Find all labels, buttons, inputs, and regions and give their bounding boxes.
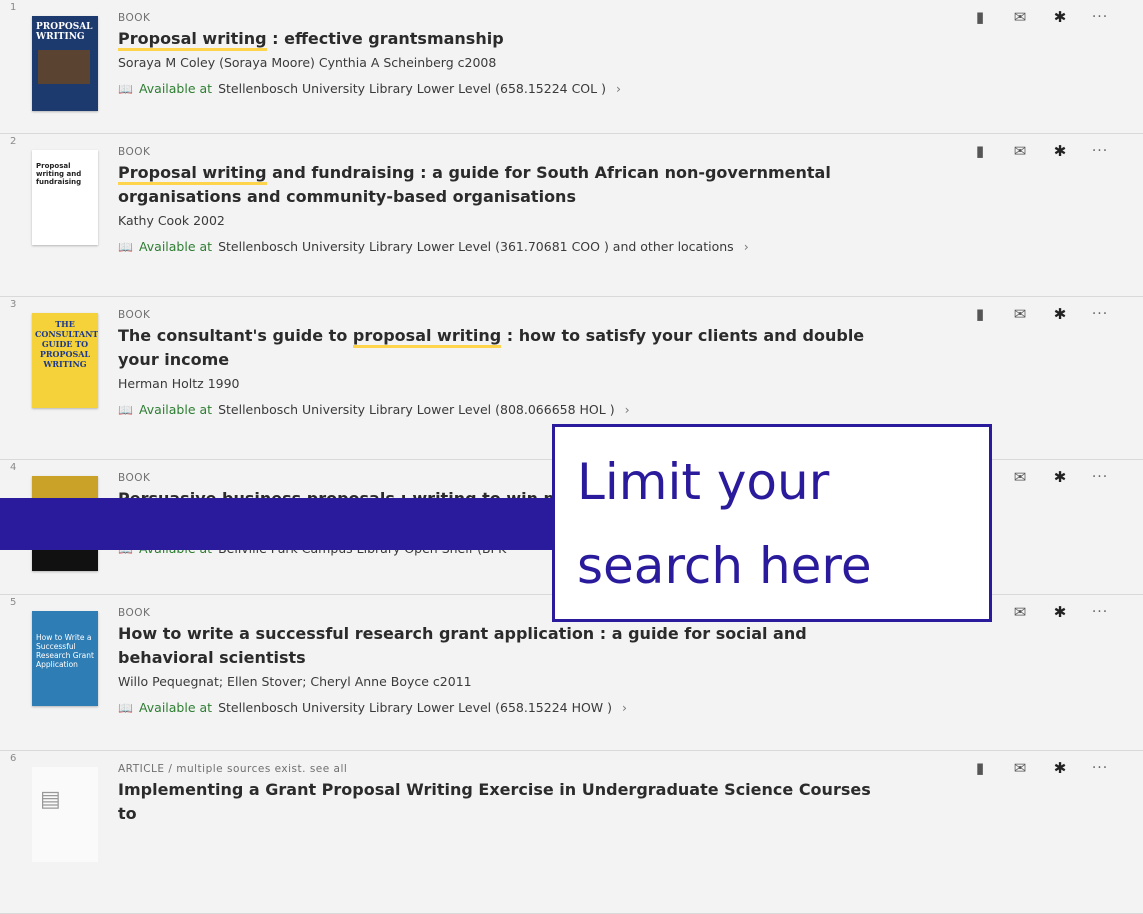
availability-link[interactable]: 📖 Available at Stellenbosch University L… bbox=[118, 239, 878, 254]
mail-icon[interactable]: ✉ bbox=[1009, 142, 1031, 160]
chevron-right-icon: › bbox=[615, 81, 621, 96]
printer-icon[interactable]: ▮ bbox=[969, 142, 991, 160]
result-index: 1 bbox=[10, 2, 17, 13]
pin-icon[interactable]: ✱ bbox=[1049, 305, 1071, 323]
more-icon[interactable]: ··· bbox=[1089, 469, 1111, 485]
mail-icon[interactable]: ✉ bbox=[1009, 759, 1031, 777]
cover-title: PROPOSAL WRITING bbox=[36, 22, 93, 42]
mail-icon[interactable]: ✉ bbox=[1009, 468, 1031, 486]
result-index: 4 bbox=[10, 462, 17, 473]
result-index: 3 bbox=[10, 299, 17, 310]
printer-icon[interactable]: ▮ bbox=[969, 305, 991, 323]
mail-icon[interactable]: ✉ bbox=[1009, 305, 1031, 323]
chevron-right-icon: › bbox=[743, 239, 749, 254]
pin-icon[interactable]: ✱ bbox=[1049, 8, 1071, 26]
result-actions: ▮ ✉ ✱ ··· bbox=[969, 759, 1111, 777]
overlay-pointer-bar bbox=[0, 498, 562, 550]
article-thumbnail[interactable]: ▤ bbox=[32, 767, 98, 862]
result-authors: Herman Holtz 1990 bbox=[118, 376, 240, 391]
mail-icon[interactable]: ✉ bbox=[1009, 8, 1031, 26]
callout-box: Limit your search here bbox=[552, 424, 992, 622]
result-item[interactable]: 1 PROPOSAL WRITING BOOK Proposal writing… bbox=[0, 0, 1143, 134]
more-icon[interactable]: ··· bbox=[1089, 604, 1111, 620]
result-title-link[interactable]: Proposal writing : effective grantsmansh… bbox=[118, 27, 878, 51]
result-authors: Soraya M Coley (Soraya Moore) Cynthia A … bbox=[118, 55, 497, 70]
more-icon[interactable]: ··· bbox=[1089, 760, 1111, 776]
result-actions: ▮ ✉ ✱ ··· bbox=[969, 305, 1111, 323]
availability-link[interactable]: 📖 Available at Stellenbosch University L… bbox=[118, 402, 878, 417]
result-index: 6 bbox=[10, 753, 17, 764]
mail-icon[interactable]: ✉ bbox=[1009, 603, 1031, 621]
chevron-right-icon: › bbox=[622, 700, 628, 715]
callout-line-1: Limit your bbox=[577, 453, 830, 511]
pin-icon[interactable]: ✱ bbox=[1049, 142, 1071, 160]
pin-icon[interactable]: ✱ bbox=[1049, 603, 1071, 621]
cover-title: Proposal writing and fundraising bbox=[36, 162, 82, 186]
result-title-link[interactable]: The consultant's guide to proposal writi… bbox=[118, 324, 878, 372]
chevron-right-icon: › bbox=[624, 402, 630, 417]
book-open-icon: 📖 bbox=[118, 239, 133, 254]
result-authors: Kathy Cook 2002 bbox=[118, 213, 225, 228]
result-actions: ▮ ✉ ✱ ··· bbox=[969, 8, 1111, 26]
book-open-icon: 📖 bbox=[118, 81, 133, 96]
result-title-link[interactable]: Implementing a Grant Proposal Writing Ex… bbox=[118, 778, 878, 826]
book-open-icon: 📖 bbox=[118, 700, 133, 715]
result-item[interactable]: 2 Proposal writing and fundraising BOOK … bbox=[0, 134, 1143, 297]
result-index: 2 bbox=[10, 136, 17, 147]
document-icon: ▤ bbox=[40, 787, 61, 812]
more-icon[interactable]: ··· bbox=[1089, 9, 1111, 25]
result-title-link[interactable]: Proposal writing and fundraising : a gui… bbox=[118, 161, 878, 209]
callout-line-2: search here bbox=[577, 537, 872, 595]
printer-icon[interactable]: ▮ bbox=[969, 8, 991, 26]
result-type: BOOK bbox=[118, 12, 151, 24]
more-icon[interactable]: ··· bbox=[1089, 143, 1111, 159]
book-cover-thumbnail[interactable]: Proposal writing and fundraising bbox=[32, 150, 98, 245]
book-cover-thumbnail[interactable]: THE CONSULTANT'S GUIDE TO PROPOSAL WRITI… bbox=[32, 313, 98, 408]
result-index: 5 bbox=[10, 597, 17, 608]
result-authors: Willo Pequegnat; Ellen Stover; Cheryl An… bbox=[118, 674, 472, 689]
cover-title: How to Write a Successful Research Grant… bbox=[36, 633, 94, 669]
result-type: BOOK bbox=[118, 146, 151, 158]
more-icon[interactable]: ··· bbox=[1089, 306, 1111, 322]
availability-link[interactable]: 📖 Available at Stellenbosch University L… bbox=[118, 700, 878, 715]
book-cover-thumbnail[interactable]: PROPOSAL WRITING bbox=[32, 16, 98, 111]
result-actions: ▮ ✉ ✱ ··· bbox=[969, 142, 1111, 160]
printer-icon[interactable]: ▮ bbox=[969, 759, 991, 777]
book-open-icon: 📖 bbox=[118, 402, 133, 417]
cover-title: THE CONSULTANT'S GUIDE TO PROPOSAL WRITI… bbox=[35, 319, 98, 369]
pin-icon[interactable]: ✱ bbox=[1049, 759, 1071, 777]
result-type: ARTICLE / multiple sources exist. see al… bbox=[118, 763, 348, 775]
availability-link[interactable]: 📖 Available at Stellenbosch University L… bbox=[118, 81, 878, 96]
result-item[interactable]: 6 ▤ ARTICLE / multiple sources exist. se… bbox=[0, 751, 1143, 914]
book-cover-thumbnail[interactable]: How to Write a Successful Research Grant… bbox=[32, 611, 98, 706]
pin-icon[interactable]: ✱ bbox=[1049, 468, 1071, 486]
result-title-link[interactable]: How to write a successful research grant… bbox=[118, 622, 878, 670]
result-type: BOOK bbox=[118, 309, 151, 321]
see-all-link[interactable]: see all bbox=[310, 763, 348, 775]
